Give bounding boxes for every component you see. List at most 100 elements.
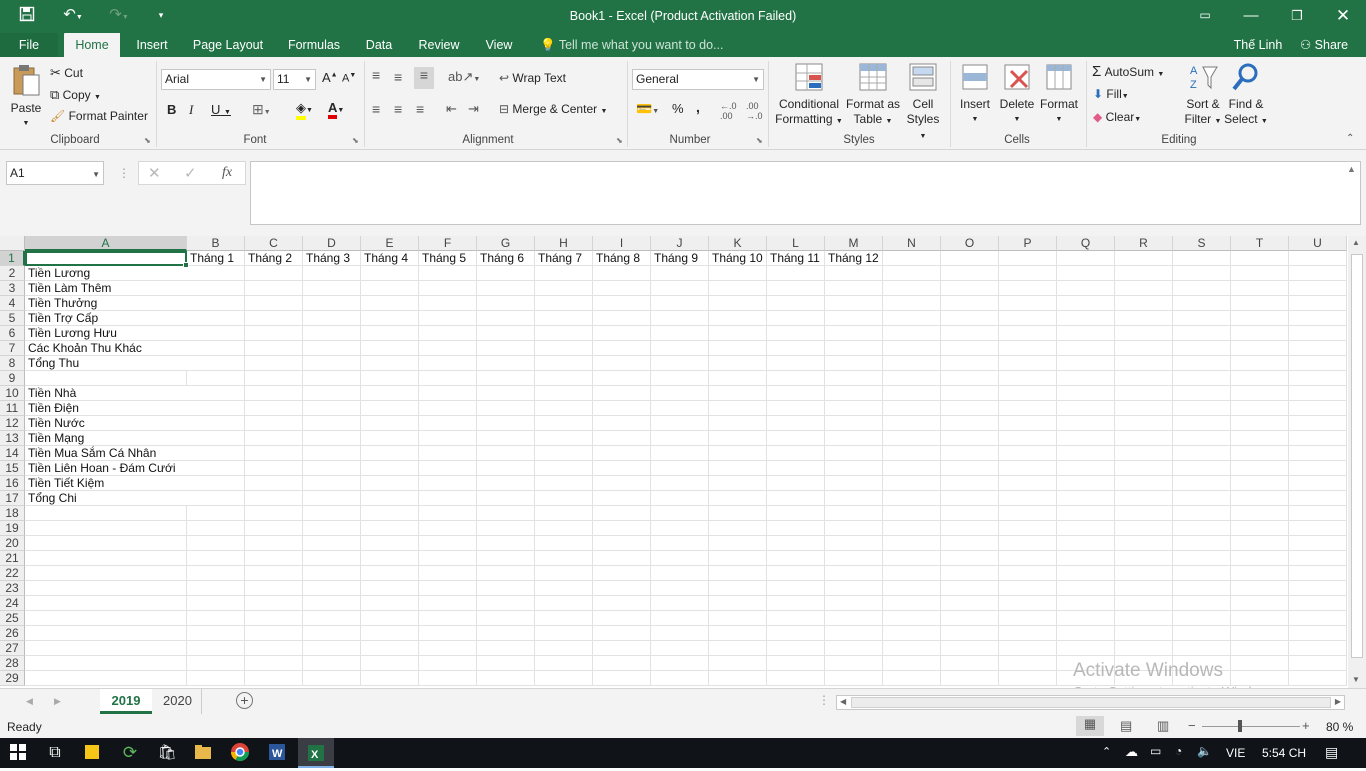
cell-styles-button[interactable]: Cell Styles ▼ <box>902 61 944 144</box>
cell-s11[interactable] <box>1173 401 1231 416</box>
cell-h10[interactable] <box>535 386 593 401</box>
cell-j10[interactable] <box>651 386 709 401</box>
cell-c13[interactable] <box>245 431 303 446</box>
cell-s12[interactable] <box>1173 416 1231 431</box>
cell-f6[interactable] <box>419 326 477 341</box>
cell-a29[interactable] <box>25 671 187 686</box>
cell-a20[interactable] <box>25 536 187 551</box>
cell-j21[interactable] <box>651 551 709 566</box>
cell-g21[interactable] <box>477 551 535 566</box>
cell-r19[interactable] <box>1115 521 1173 536</box>
minimize-icon[interactable]: — <box>1228 0 1274 33</box>
cell-i13[interactable] <box>593 431 651 446</box>
cell-b25[interactable] <box>187 611 245 626</box>
cell-j18[interactable] <box>651 506 709 521</box>
cell-h5[interactable] <box>535 311 593 326</box>
cell-u22[interactable] <box>1289 566 1347 581</box>
clock[interactable]: 5:54 CH <box>1262 746 1306 760</box>
column-header-e[interactable]: E <box>361 236 419 251</box>
row-header-17[interactable]: 17 <box>0 491 25 506</box>
cell-a6[interactable]: Tiền Lương Hưu <box>25 326 187 341</box>
cell-m4[interactable] <box>825 296 883 311</box>
cell-i26[interactable] <box>593 626 651 641</box>
column-header-b[interactable]: B <box>187 236 245 251</box>
format-as-table-button[interactable]: Format as Table ▼ <box>844 61 902 129</box>
cell-q12[interactable] <box>1057 416 1115 431</box>
cell-t9[interactable] <box>1231 371 1289 386</box>
cell-p5[interactable] <box>999 311 1057 326</box>
cell-b6[interactable] <box>187 326 245 341</box>
column-header-c[interactable]: C <box>245 236 303 251</box>
accounting-format-icon[interactable]: 💳▼ <box>636 101 659 117</box>
cell-c16[interactable] <box>245 476 303 491</box>
cell-t19[interactable] <box>1231 521 1289 536</box>
cell-f4[interactable] <box>419 296 477 311</box>
cell-n18[interactable] <box>883 506 941 521</box>
cell-n22[interactable] <box>883 566 941 581</box>
cell-u18[interactable] <box>1289 506 1347 521</box>
cell-h1[interactable]: Tháng 7 <box>535 251 593 266</box>
cell-i23[interactable] <box>593 581 651 596</box>
cell-s8[interactable] <box>1173 356 1231 371</box>
cell-l9[interactable] <box>767 371 825 386</box>
cell-t21[interactable] <box>1231 551 1289 566</box>
cell-m6[interactable] <box>825 326 883 341</box>
cell-e12[interactable] <box>361 416 419 431</box>
cell-u17[interactable] <box>1289 491 1347 506</box>
cell-j23[interactable] <box>651 581 709 596</box>
cell-b19[interactable] <box>187 521 245 536</box>
fill-button[interactable]: ⬇ Fill▼ <box>1093 87 1129 101</box>
file-explorer-icon[interactable] <box>193 742 215 764</box>
cell-o27[interactable] <box>941 641 999 656</box>
cell-m8[interactable] <box>825 356 883 371</box>
close-icon[interactable]: ✕ <box>1320 0 1366 33</box>
cell-a10[interactable]: Tiền Nhà <box>25 386 187 401</box>
cell-j13[interactable] <box>651 431 709 446</box>
cell-k25[interactable] <box>709 611 767 626</box>
cell-g14[interactable] <box>477 446 535 461</box>
cell-r3[interactable] <box>1115 281 1173 296</box>
cell-j29[interactable] <box>651 671 709 686</box>
underline-button[interactable]: U ▼ <box>211 102 231 117</box>
cell-p28[interactable] <box>999 656 1057 671</box>
autosum-button[interactable]: Σ AutoSum ▼ <box>1092 63 1164 80</box>
cell-i19[interactable] <box>593 521 651 536</box>
cell-q1[interactable] <box>1057 251 1115 266</box>
cell-r29[interactable] <box>1115 671 1173 686</box>
cell-a15[interactable]: Tiền Liên Hoan - Đám Cưới <box>25 461 187 476</box>
cell-i22[interactable] <box>593 566 651 581</box>
cell-t1[interactable] <box>1231 251 1289 266</box>
cell-u28[interactable] <box>1289 656 1347 671</box>
cell-h7[interactable] <box>535 341 593 356</box>
row-header-4[interactable]: 4 <box>0 296 25 311</box>
cell-j7[interactable] <box>651 341 709 356</box>
cell-r14[interactable] <box>1115 446 1173 461</box>
cell-c15[interactable] <box>245 461 303 476</box>
row-header-13[interactable]: 13 <box>0 431 25 446</box>
cell-t13[interactable] <box>1231 431 1289 446</box>
prev-sheet-icon[interactable]: ◀ <box>26 696 33 707</box>
cell-t18[interactable] <box>1231 506 1289 521</box>
cell-q25[interactable] <box>1057 611 1115 626</box>
cell-l20[interactable] <box>767 536 825 551</box>
cell-s25[interactable] <box>1173 611 1231 626</box>
cell-f27[interactable] <box>419 641 477 656</box>
cell-i12[interactable] <box>593 416 651 431</box>
cell-g5[interactable] <box>477 311 535 326</box>
cell-e3[interactable] <box>361 281 419 296</box>
cell-p6[interactable] <box>999 326 1057 341</box>
cell-s22[interactable] <box>1173 566 1231 581</box>
cell-g15[interactable] <box>477 461 535 476</box>
cell-l28[interactable] <box>767 656 825 671</box>
cell-d25[interactable] <box>303 611 361 626</box>
cell-m1[interactable]: Tháng 12 <box>825 251 883 266</box>
cell-t11[interactable] <box>1231 401 1289 416</box>
cell-p4[interactable] <box>999 296 1057 311</box>
row-header-24[interactable]: 24 <box>0 596 25 611</box>
cell-d21[interactable] <box>303 551 361 566</box>
cell-u1[interactable] <box>1289 251 1347 266</box>
cell-p16[interactable] <box>999 476 1057 491</box>
cell-n21[interactable] <box>883 551 941 566</box>
column-header-u[interactable]: U <box>1289 236 1347 251</box>
cell-k26[interactable] <box>709 626 767 641</box>
